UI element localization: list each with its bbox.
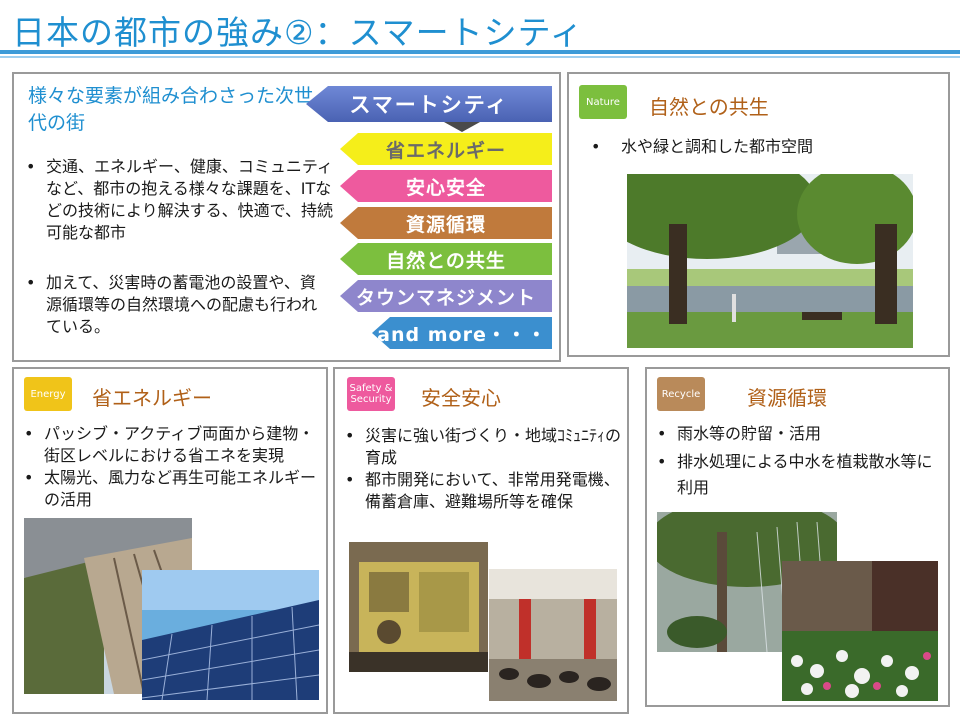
- bullet-text: 雨水等の貯留・活用: [677, 424, 822, 443]
- bullet-dot: •: [345, 470, 355, 489]
- bullet-text: 災害に強い街づくり・地域ｺﾐｭﾆﾃｨの育成: [365, 426, 622, 467]
- bullet-dot: •: [657, 424, 667, 443]
- smart-city-bullet-2: • 加えて、災害時の蓄電池の設置や、資源循環等の自然環境への配慮も行われている。: [26, 272, 326, 338]
- bullet-dot: •: [345, 426, 355, 445]
- tag-recycle: 資源循環: [340, 207, 552, 239]
- energy-panel: Energy 省エネルギー • パッシブ・アクティブ両面から建物・街区レベルにお…: [12, 367, 328, 714]
- bullet-text: 太陽光、風力など再生可能エネルギーの活用: [44, 468, 317, 509]
- recycle-bullet-1: • 雨水等の貯留・活用: [657, 423, 942, 445]
- flower-garden-photo: [782, 561, 938, 701]
- bullet-text: 水や緑と調和した都市空間: [621, 137, 814, 156]
- tag-town-management: タウンマネジメント: [340, 280, 552, 312]
- recycle-badge: Recycle: [657, 377, 705, 411]
- energy-bullet-1: • パッシブ・アクティブ両面から建物・街区レベルにおける省エネを実現: [24, 423, 319, 467]
- tag-and-more: and more・・・: [372, 317, 552, 349]
- nature-heading: 自然との共生: [649, 95, 769, 119]
- bullet-dot: •: [26, 273, 36, 292]
- tag-energy: 省エネルギー: [340, 133, 552, 165]
- smart-city-panel: 様々な要素が組み合わさった次世代の街 • 交通、エネルギー、健康、コミュニティな…: [12, 72, 561, 362]
- tag-smart-city: スマートシティ: [306, 86, 552, 122]
- nature-bullet-1: • 水や緑と調和した都市空間: [591, 136, 931, 158]
- title-underline-light: [0, 56, 960, 58]
- title-underline: [0, 50, 960, 54]
- energy-heading: 省エネルギー: [92, 386, 212, 410]
- safety-bullet-2: • 都市開発において、非常用発電機、備蓄倉庫、避難場所等を確保: [345, 469, 625, 513]
- safety-panel: Safety & Security 安全安心 • 災害に強い街づくり・地域ｺﾐｭ…: [333, 367, 629, 714]
- energy-bullet-2: • 太陽光、風力など再生可能エネルギーの活用: [24, 467, 319, 511]
- park-photo: [627, 174, 913, 348]
- energy-badge: Energy: [24, 377, 72, 411]
- nature-panel: Nature 自然との共生 • 水や緑と調和した都市空間: [567, 72, 950, 357]
- safety-badge-line1: Safety &: [349, 383, 393, 394]
- solar-panel-photo: [142, 570, 319, 700]
- recycle-panel: Recycle 資源循環 • 雨水等の貯留・活用 • 排水処理による中水を植栽散…: [645, 367, 950, 707]
- bullet-dot: •: [657, 452, 667, 471]
- bullet-text: 交通、エネルギー、健康、コミュニティなど、都市の抱える様々な課題を、ITなどの技…: [46, 157, 334, 242]
- bullet-text: 排水処理による中水を植栽散水等に利用: [677, 452, 933, 497]
- safety-badge-line2: Security: [350, 394, 392, 405]
- safety-badge: Safety & Security: [347, 377, 395, 411]
- evacuation-shelter-photo: [489, 569, 617, 701]
- smart-city-lead: 様々な要素が組み合わさった次世代の街: [28, 85, 314, 134]
- safety-heading: 安全安心: [421, 386, 501, 410]
- bullet-text: 都市開発において、非常用発電機、備蓄倉庫、避難場所等を確保: [365, 470, 620, 511]
- bullet-dot: •: [24, 468, 34, 487]
- bullet-dot: •: [591, 137, 601, 156]
- bullet-text: 加えて、災害時の蓄電池の設置や、資源循環等の自然環境への配慮も行われている。: [46, 273, 318, 336]
- page-title: 日本の都市の強み②：スマートシティ: [12, 13, 584, 52]
- bullet-dot: •: [26, 157, 36, 176]
- tag-nature: 自然との共生: [340, 243, 552, 275]
- bullet-text: パッシブ・アクティブ両面から建物・街区レベルにおける省エネを実現: [44, 424, 315, 465]
- recycle-heading: 資源循環: [747, 386, 827, 410]
- nature-badge: Nature: [579, 85, 627, 119]
- smart-city-bullet-1: • 交通、エネルギー、健康、コミュニティなど、都市の抱える様々な課題を、ITなど…: [26, 156, 344, 244]
- generator-photo: [349, 542, 488, 672]
- smart-city-pointer: [444, 122, 480, 132]
- bullet-dot: •: [24, 424, 34, 443]
- tag-safety: 安心安全: [340, 170, 552, 202]
- recycle-bullet-2: • 排水処理による中水を植栽散水等に利用: [657, 449, 942, 501]
- safety-bullet-1: • 災害に強い街づくり・地域ｺﾐｭﾆﾃｨの育成: [345, 425, 625, 469]
